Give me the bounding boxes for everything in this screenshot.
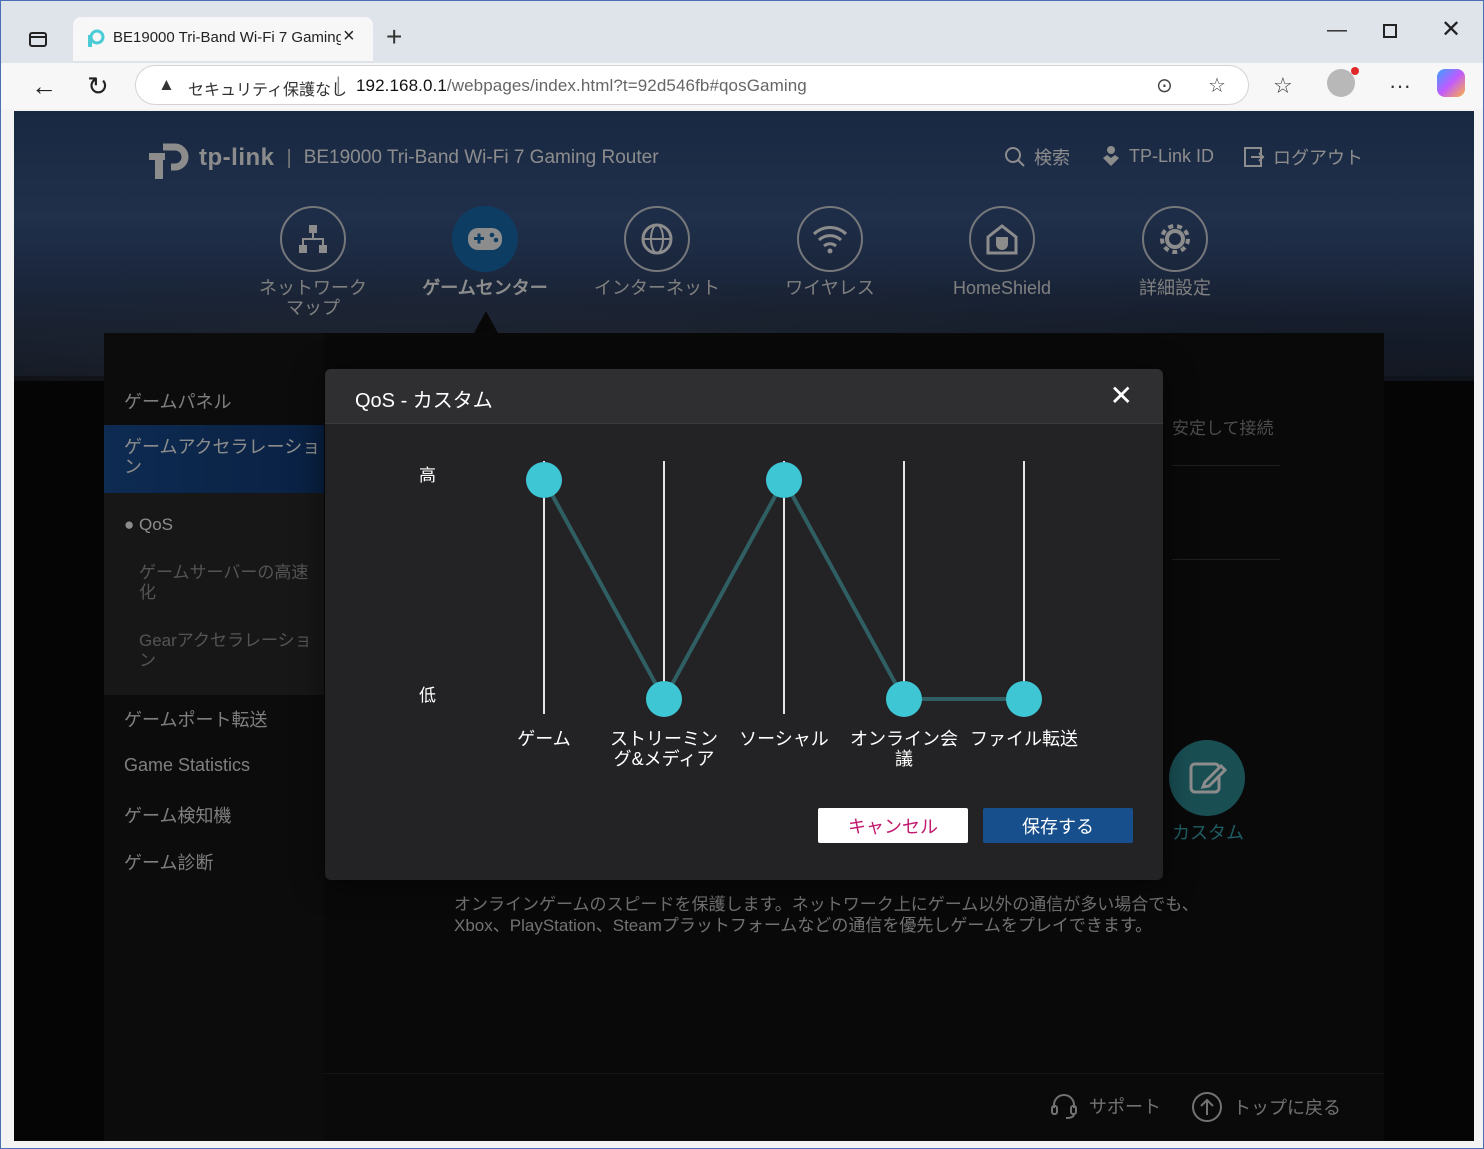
browser-window: BE19000 Tri-Band Wi-Fi 7 Gaming × + — ✕ … xyxy=(0,0,1484,1149)
url-separator: | xyxy=(336,74,341,94)
url-field[interactable]: ▲ セキュリティ保護なし | 192.168.0.1/webpages/inde… xyxy=(135,65,1249,105)
security-label[interactable]: セキュリティ保護なし xyxy=(188,76,347,100)
url-text[interactable]: 192.168.0.1/webpages/index.html?t=92d546… xyxy=(356,76,807,96)
tab-bar: BE19000 Tri-Band Wi-Fi 7 Gaming × + — ✕ xyxy=(1,1,1483,63)
refresh-icon[interactable]: ↻ xyxy=(87,71,109,102)
priority-handle[interactable] xyxy=(526,462,562,498)
tab-actions-icon[interactable] xyxy=(23,26,55,52)
category-label: ゲーム xyxy=(517,729,571,749)
save-button[interactable]: 保存する xyxy=(983,808,1133,843)
address-bar: ← ↻ ▲ セキュリティ保護なし | 192.168.0.1/webpages/… xyxy=(1,63,1483,109)
router-page: tp-link | BE19000 Tri-Band Wi-Fi 7 Gamin… xyxy=(14,111,1474,1141)
warning-icon: ▲ xyxy=(158,75,175,94)
tab-title: BE19000 Tri-Band Wi-Fi 7 Gaming xyxy=(113,29,341,46)
maximize-icon[interactable] xyxy=(1383,21,1397,44)
qos-custom-dialog: QoS - カスタム ✕ 高 低 ゲーム ストリーミング&メディア ソーシャル オンラ… xyxy=(325,369,1163,880)
qos-priority-chart[interactable] xyxy=(325,369,1163,880)
back-icon[interactable]: ← xyxy=(31,71,57,102)
profile-avatar-icon[interactable] xyxy=(1327,67,1359,103)
close-window-icon[interactable]: ✕ xyxy=(1441,15,1461,44)
category-label: ソーシャル xyxy=(739,729,829,749)
cancel-button[interactable]: キャンセル xyxy=(818,808,968,843)
tplink-favicon-icon xyxy=(88,29,105,47)
priority-handle[interactable] xyxy=(766,462,802,498)
favorites-icon[interactable]: ☆ xyxy=(1273,73,1293,99)
priority-handle[interactable] xyxy=(1006,681,1042,717)
browser-tab[interactable]: BE19000 Tri-Band Wi-Fi 7 Gaming × xyxy=(73,17,373,61)
category-label: オンライン会議 xyxy=(850,729,958,769)
minimize-icon[interactable]: — xyxy=(1327,19,1347,42)
favorite-star-icon[interactable]: ☆ xyxy=(1208,73,1226,98)
category-label: ファイル転送 xyxy=(970,729,1078,749)
category-label: ストリーミング&メディア xyxy=(610,729,718,769)
new-tab-icon[interactable]: + xyxy=(386,21,402,53)
menu-dots-icon[interactable]: ··· xyxy=(1389,73,1411,99)
copilot-icon[interactable] xyxy=(1437,69,1465,103)
priority-handle[interactable] xyxy=(646,681,682,717)
more-options-icon[interactable]: ⊙ xyxy=(1156,73,1173,98)
tab-close-icon[interactable]: × xyxy=(343,25,355,48)
priority-handle[interactable] xyxy=(886,681,922,717)
